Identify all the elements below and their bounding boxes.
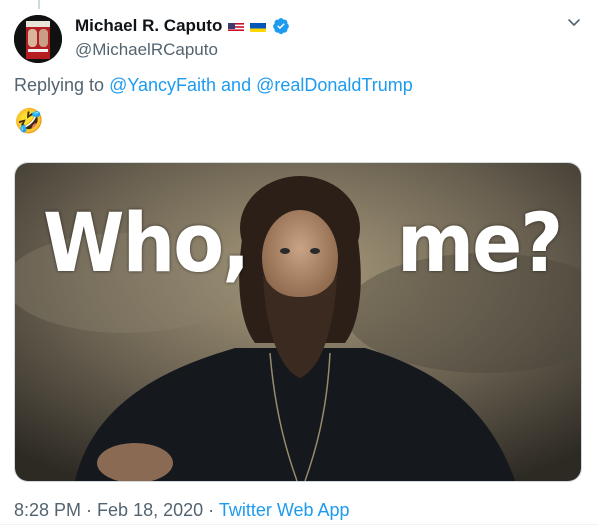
mention-link-yancyfaith[interactable]: @YancyFaith <box>109 75 216 95</box>
author-avatar[interactable] <box>14 15 62 63</box>
thread-connector-line <box>38 0 40 9</box>
tweet-media-image[interactable]: Who, me? <box>14 162 582 482</box>
ukraine-flag-icon <box>250 21 267 32</box>
meme-caption-right: me? <box>397 196 563 291</box>
verified-badge-icon <box>272 17 290 35</box>
author-handle[interactable]: @MichaelRCaputo <box>75 40 218 60</box>
mention-conjunction[interactable]: and <box>216 75 256 95</box>
author-name-row: Michael R. Caputo <box>75 16 290 36</box>
bottom-divider <box>0 524 598 525</box>
tweet-date[interactable]: Feb 18, 2020 <box>97 500 203 520</box>
meme-caption-left: Who, <box>43 196 250 291</box>
us-flag-icon <box>228 21 245 32</box>
tweet-time[interactable]: 8:28 PM <box>14 500 81 520</box>
tweet-metadata: 8:28 PM · Feb 18, 2020 · Twitter Web App <box>14 500 350 521</box>
replying-to-label: Replying to <box>14 75 110 95</box>
book-cover-image <box>14 15 62 63</box>
mention-link-realdonaldtrump[interactable]: @realDonaldTrump <box>256 75 413 95</box>
author-display-name[interactable]: Michael R. Caputo <box>75 16 222 36</box>
rofl-emoji: 🤣 <box>14 108 44 135</box>
meta-separator: · <box>81 500 98 520</box>
tweet-source-link[interactable]: Twitter Web App <box>219 500 350 520</box>
replying-to-line: Replying to @YancyFaith and @realDonaldT… <box>14 75 413 96</box>
meta-separator: · <box>203 500 219 520</box>
chevron-down-icon[interactable] <box>566 14 582 30</box>
